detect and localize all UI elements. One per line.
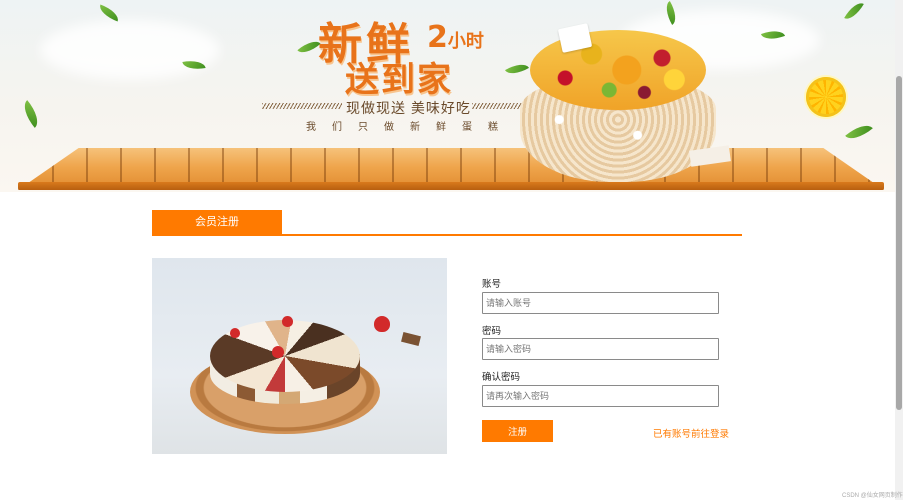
password-input[interactable] bbox=[482, 338, 719, 360]
leaf-icon bbox=[96, 4, 122, 22]
banner-title-line2: 送到家 bbox=[345, 60, 453, 100]
cake-fruit-topping bbox=[530, 30, 706, 110]
wooden-deck-edge bbox=[18, 182, 884, 190]
login-link[interactable]: 已有账号前往登录 bbox=[653, 426, 729, 440]
registration-tabbar: 会员注册 bbox=[152, 210, 742, 236]
watermark: CSDN @仙女网页制作 bbox=[842, 493, 903, 499]
decorative-divider bbox=[262, 103, 342, 109]
cake-photo bbox=[152, 258, 447, 454]
banner-badge: 2小时 bbox=[427, 20, 484, 55]
header-banner: 新鲜 2小时 送到家 现做现送 美味好吃 我们只做新鲜蛋糕 bbox=[0, 0, 895, 192]
scrollbar-thumb[interactable] bbox=[896, 76, 902, 410]
leaf-icon bbox=[844, 0, 864, 24]
leaf-icon bbox=[845, 119, 873, 145]
strawberry bbox=[272, 346, 284, 358]
confirm-password-input[interactable] bbox=[482, 385, 719, 407]
banner-subtitle: 我们只做新鲜蛋糕 bbox=[306, 122, 514, 133]
tab-register[interactable]: 会员注册 bbox=[152, 210, 282, 234]
fruit-cake-image bbox=[520, 20, 716, 184]
strawberry bbox=[230, 328, 240, 338]
badge-unit: 小时 bbox=[447, 31, 484, 52]
strawberry bbox=[374, 316, 390, 332]
account-input[interactable] bbox=[482, 292, 719, 314]
lemon-slice-icon bbox=[806, 77, 846, 117]
confirm-password-label: 确认密码 bbox=[482, 372, 521, 383]
badge-number: 2 bbox=[427, 20, 448, 55]
leaf-icon bbox=[18, 100, 44, 128]
register-button[interactable]: 注册 bbox=[482, 420, 553, 442]
chocolate-piece bbox=[401, 331, 421, 347]
account-label: 账号 bbox=[482, 279, 502, 290]
strawberry bbox=[282, 316, 293, 327]
password-label: 密码 bbox=[482, 326, 502, 337]
banner-slogan: 现做现送 美味好吃 bbox=[346, 100, 471, 116]
cloud bbox=[40, 20, 220, 80]
